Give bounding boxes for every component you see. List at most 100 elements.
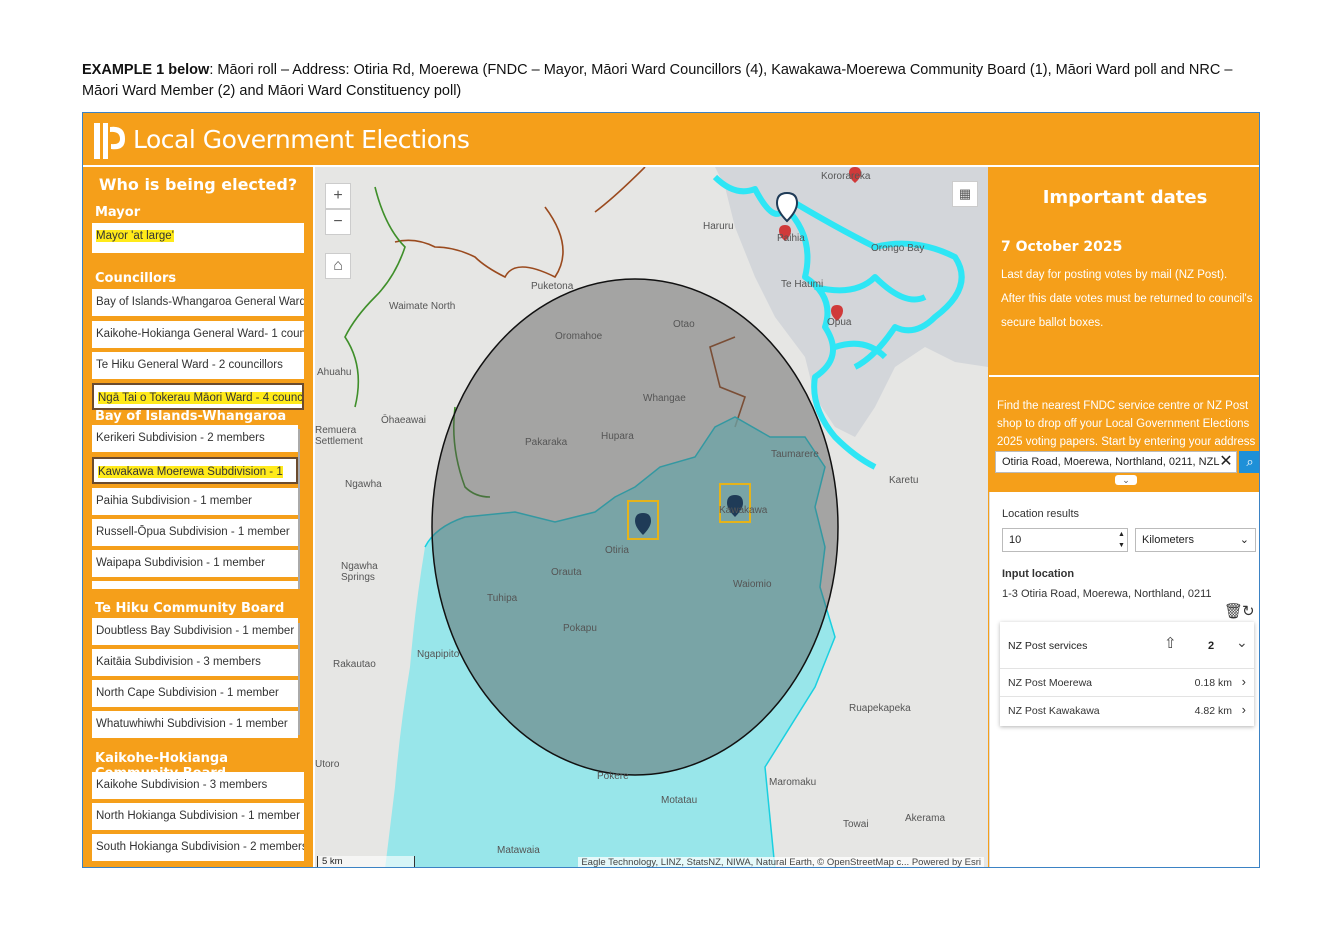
map-label: Opua: [827, 317, 852, 328]
map-label: Paihia: [777, 233, 805, 244]
kh-item[interactable]: South Hokianga Subdivision - 2 members: [92, 834, 304, 861]
chevron-down-icon[interactable]: ⌄: [1236, 634, 1248, 651]
map-label: Maromaku: [769, 777, 817, 788]
map-scale: 5 km: [317, 856, 415, 867]
date-description: Last day for posting votes by mail (NZ P…: [1001, 269, 1253, 329]
chevron-right-icon: ›: [1241, 674, 1246, 689]
map-canvas: [315, 167, 988, 867]
boi-item[interactable]: Kerikeri Subdivision - 2 members: [92, 425, 298, 452]
result-row[interactable]: NZ Post Moerewa 0.18 km ›: [1000, 668, 1254, 697]
share-icon[interactable]: ⇧: [1164, 634, 1177, 652]
map-label: Akerama: [905, 813, 946, 824]
map-label: Pokapu: [563, 623, 597, 634]
results-group-card: NZ Post services ⇧ 2 ⌄ NZ Post Moerewa 0…: [1000, 622, 1254, 726]
app-frame: Local Government Elections Who is being …: [82, 112, 1260, 868]
map-label: Haruru: [703, 221, 734, 232]
map-label: Ōhaeawai: [381, 415, 427, 426]
refresh-icon[interactable]: ↻: [1242, 602, 1255, 620]
map-label: Waiomio: [733, 579, 772, 590]
zoom-out-button[interactable]: −: [325, 209, 351, 235]
map-label: Pakaraka: [525, 437, 568, 448]
councillors-heading: Councillors: [95, 271, 177, 286]
distance-input[interactable]: 10: [1002, 528, 1128, 552]
home-icon[interactable]: ⌂: [325, 253, 351, 279]
councillor-item[interactable]: Bay of Islands-Whangaroa General Ward - …: [92, 289, 304, 316]
map-label: Matawaia: [497, 845, 540, 856]
map-label: Pokere: [597, 771, 629, 782]
map-label: Remuera Settlement: [315, 425, 363, 447]
map-label: Waimate North: [389, 301, 456, 312]
chevron-down-icon[interactable]: ⌄: [1115, 475, 1137, 485]
tehiku-heading: Te Hiku Community Board: [95, 601, 285, 616]
address-search-input[interactable]: Otiria Road, Moerewa, Northland, 0211, N…: [995, 451, 1237, 473]
group-count: 2: [1208, 640, 1215, 652]
tehiku-scrollbar[interactable]: [298, 623, 300, 735]
boi-item[interactable]: Waipapa Subdivision - 1 member: [92, 550, 298, 577]
clear-icon[interactable]: ✕: [1215, 451, 1237, 473]
map-label: Otiria: [605, 545, 629, 556]
map-label: Ngawha: [345, 479, 382, 490]
elected-panel: Who is being elected? Mayor Mayor 'at la…: [83, 167, 315, 867]
distance-stepper[interactable]: ▲ ▼: [1116, 528, 1128, 552]
map-label: Te Haumi: [781, 279, 824, 290]
group-title: NZ Post services: [1008, 640, 1088, 652]
map-label: Whangae: [643, 393, 686, 404]
dates-heading: Important dates: [1042, 187, 1208, 208]
boi-item[interactable]: Russell-Ōpua Subdivision - 1 member: [92, 519, 298, 546]
page-caption: EXAMPLE 1 below: Māori roll – Address: O…: [82, 62, 1233, 99]
boi-item[interactable]: Paihia Subdivision - 1 member: [92, 488, 298, 515]
councillor-item-maori-ward[interactable]: Ngā Tai o Tokerau Māori Ward - 4 council…: [92, 383, 304, 410]
kh-item[interactable]: North Hokianga Subdivision - 1 member: [92, 803, 304, 830]
map-label: Hupara: [601, 431, 634, 442]
date-value: 7 October 2025: [1001, 239, 1123, 255]
results-label: Location results: [1002, 508, 1080, 520]
map-label: Rakautao: [333, 659, 376, 670]
mayor-heading: Mayor: [95, 205, 141, 220]
trash-icon[interactable]: 🗑: [1224, 602, 1243, 620]
map-view[interactable]: + − ⌂ ▦ Kororareka Haruru Paihia Orongo …: [315, 167, 988, 867]
tehiku-item[interactable]: Kaitāia Subdivision - 3 members: [92, 649, 298, 676]
qr-code-icon[interactable]: ▦: [952, 181, 978, 207]
boi-scrollbar[interactable]: [298, 429, 300, 589]
locator-section: Find the nearest FNDC service centre or …: [989, 377, 1259, 492]
map-label: Ngawha Springs: [341, 561, 378, 583]
council-logo-icon: [91, 119, 127, 161]
tehiku-item[interactable]: Whatuwhiwhi Subdivision - 1 member: [92, 711, 298, 738]
boi-heading: Bay of Islands-Whangaroa: [95, 409, 287, 424]
councillor-item[interactable]: Te Hiku General Ward - 2 councillors: [92, 352, 304, 379]
map-label: Motatau: [661, 795, 698, 806]
map-label: Towai: [843, 819, 869, 830]
input-location-label: Input location: [1002, 568, 1075, 580]
search-icon[interactable]: ⌕: [1239, 451, 1259, 473]
results-panel: Location results 10 ▲ ▼ Kilometers ⌄ Input…: [989, 492, 1259, 867]
councillor-item[interactable]: Kaikohe-Hokianga General Ward- 1 council…: [92, 321, 304, 348]
map-label: Tuhipa: [487, 593, 518, 604]
header-bar: Local Government Elections: [83, 113, 1259, 167]
boi-item-kawakawa[interactable]: Kawakawa Moerewa Subdivision - 1: [92, 457, 298, 484]
map-label: Orauta: [551, 567, 582, 578]
info-panel: Important dates 7 October 2025 Last day …: [989, 167, 1259, 867]
map-attribution[interactable]: Eagle Technology, LINZ, StatsNZ, NIWA, N…: [578, 857, 984, 867]
important-dates: Important dates 7 October 2025 Last day …: [989, 167, 1259, 377]
zoom-in-button[interactable]: +: [325, 183, 351, 209]
chevron-down-icon: ⌄: [1239, 534, 1249, 546]
elected-heading: Who is being elected?: [98, 175, 298, 194]
tehiku-item[interactable]: North Cape Subdivision - 1 member: [92, 680, 298, 707]
boi-item-partial[interactable]: [92, 581, 298, 589]
map-label: Ruapekapeka: [849, 703, 911, 714]
kh-item[interactable]: Kaikohe Subdivision - 3 members: [92, 772, 304, 799]
map-label: Kororareka: [821, 171, 871, 182]
map-label: Taumarere: [771, 449, 819, 460]
map-label: Karetu: [889, 475, 919, 486]
app-title: Local Government Elections: [133, 125, 470, 154]
result-row[interactable]: NZ Post Kawakawa 4.82 km ›: [1000, 696, 1254, 725]
tehiku-item[interactable]: Doubtless Bay Subdivision - 1 member: [92, 618, 298, 645]
unit-select[interactable]: Kilometers ⌄: [1135, 528, 1256, 552]
map-label: Kawakawa: [719, 505, 768, 516]
mayor-item[interactable]: Mayor 'at large': [92, 223, 304, 253]
map-label: Otao: [673, 319, 695, 330]
map-label: Ahuahu: [317, 367, 352, 378]
map-label: Utoro: [315, 759, 340, 770]
map-label: Puketona: [531, 281, 574, 292]
map-label: Orongo Bay: [871, 243, 925, 254]
